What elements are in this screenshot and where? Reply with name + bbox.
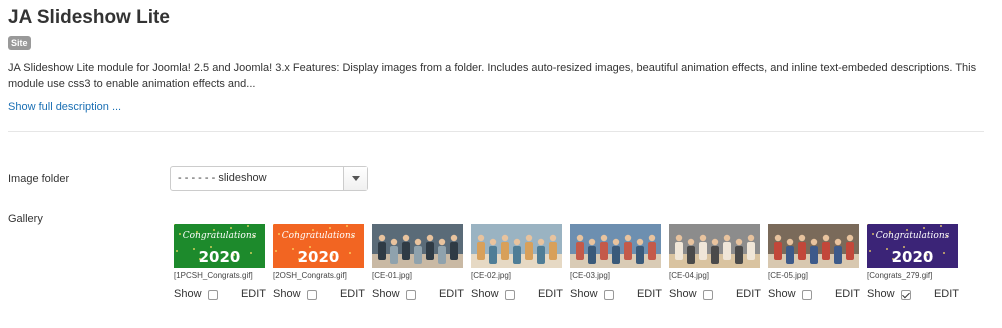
module-description: JA Slideshow Lite module for Joomla! 2.5… bbox=[8, 62, 977, 90]
gallery-filename: [CE-02.jpg] bbox=[471, 271, 512, 280]
show-label: Show bbox=[768, 288, 796, 300]
gallery-item: Congratulations 2020 [Congrats_279.gif] Sho… bbox=[867, 224, 959, 304]
gallery-item: [CE-03.jpg] Show EDIT bbox=[570, 224, 662, 304]
site-badge: Site bbox=[8, 36, 31, 50]
gallery-item: [CE-04.jpg] Show EDIT bbox=[669, 224, 761, 304]
gallery-item: Congratulations 2020 [1PCSH_Congrats.gif] S… bbox=[174, 224, 266, 304]
gallery-item-controls: Show EDIT bbox=[174, 286, 266, 302]
gallery-item-controls: Show EDIT bbox=[372, 286, 464, 302]
gallery-item-controls: Show EDIT bbox=[570, 286, 662, 302]
gallery-thumbnail[interactable]: Congratulations 2020 bbox=[273, 224, 364, 268]
show-checkbox[interactable] bbox=[901, 290, 911, 300]
gallery-thumbnail[interactable] bbox=[372, 224, 463, 268]
show-checkbox[interactable] bbox=[406, 290, 416, 300]
image-folder-select[interactable]: - - - - - - slideshow bbox=[170, 166, 368, 191]
module-title: JA Slideshow Lite bbox=[8, 7, 170, 28]
svg-text:Congratulations: Congratulations bbox=[183, 231, 257, 241]
show-full-description-link[interactable]: Show full description ... bbox=[8, 101, 121, 113]
show-label: Show bbox=[669, 288, 697, 300]
image-folder-value: - - - - - - slideshow bbox=[178, 172, 267, 184]
svg-text:2020: 2020 bbox=[199, 248, 241, 266]
gallery-item: [CE-02.jpg] Show EDIT bbox=[471, 224, 563, 304]
edit-link[interactable]: EDIT bbox=[835, 288, 860, 300]
gallery-item: [CE-05.jpg] Show EDIT bbox=[768, 224, 860, 304]
divider bbox=[8, 131, 984, 132]
gallery-thumbnail[interactable] bbox=[669, 224, 760, 268]
edit-link[interactable]: EDIT bbox=[538, 288, 563, 300]
gallery-item-controls: Show EDIT bbox=[273, 286, 365, 302]
gallery-thumbnail[interactable]: Congratulations 2020 bbox=[174, 224, 265, 268]
edit-link[interactable]: EDIT bbox=[736, 288, 761, 300]
show-label: Show bbox=[273, 288, 301, 300]
gallery-filename: [1PCSH_Congrats.gif] bbox=[174, 271, 253, 280]
gallery-thumbnail[interactable] bbox=[471, 224, 562, 268]
edit-link[interactable]: EDIT bbox=[340, 288, 365, 300]
show-label: Show bbox=[471, 288, 499, 300]
show-label: Show bbox=[867, 288, 895, 300]
gallery-filename: [CE-04.jpg] bbox=[669, 271, 710, 280]
gallery-thumbnail[interactable] bbox=[570, 224, 661, 268]
svg-text:Congratulations: Congratulations bbox=[282, 231, 356, 241]
show-checkbox[interactable] bbox=[307, 290, 317, 300]
edit-link[interactable]: EDIT bbox=[439, 288, 464, 300]
image-folder-label: Image folder bbox=[8, 173, 70, 185]
svg-text:Congratulations: Congratulations bbox=[876, 231, 950, 241]
gallery-filename: [2OSH_Congrats.gif] bbox=[273, 271, 347, 280]
gallery-item: Congratulations 2020 [2OSH_Congrats.gif] Sh… bbox=[273, 224, 365, 304]
edit-link[interactable]: EDIT bbox=[241, 288, 266, 300]
gallery-filename: [Congrats_279.gif] bbox=[867, 271, 933, 280]
gallery-item: [CE-01.jpg] Show EDIT bbox=[372, 224, 464, 304]
show-checkbox[interactable] bbox=[703, 290, 713, 300]
show-checkbox[interactable] bbox=[505, 290, 515, 300]
edit-link[interactable]: EDIT bbox=[934, 288, 959, 300]
gallery-thumbnail[interactable]: Congratulations 2020 bbox=[867, 224, 958, 268]
show-checkbox[interactable] bbox=[802, 290, 812, 300]
show-label: Show bbox=[372, 288, 400, 300]
gallery-item-controls: Show EDIT bbox=[768, 286, 860, 302]
gallery-item-controls: Show EDIT bbox=[867, 286, 959, 302]
show-checkbox[interactable] bbox=[604, 290, 614, 300]
gallery-filename: [CE-05.jpg] bbox=[768, 271, 809, 280]
svg-text:2020: 2020 bbox=[298, 248, 340, 266]
svg-text:2020: 2020 bbox=[892, 248, 934, 266]
edit-link[interactable]: EDIT bbox=[637, 288, 662, 300]
gallery-label: Gallery bbox=[8, 213, 43, 225]
gallery-item-controls: Show EDIT bbox=[669, 286, 761, 302]
gallery-filename: [CE-01.jpg] bbox=[372, 271, 413, 280]
chevron-down-icon[interactable] bbox=[343, 167, 367, 190]
show-label: Show bbox=[570, 288, 598, 300]
show-label: Show bbox=[174, 288, 202, 300]
gallery-item-controls: Show EDIT bbox=[471, 286, 563, 302]
show-checkbox[interactable] bbox=[208, 290, 218, 300]
gallery-filename: [CE-03.jpg] bbox=[570, 271, 611, 280]
gallery-thumbnail[interactable] bbox=[768, 224, 859, 268]
